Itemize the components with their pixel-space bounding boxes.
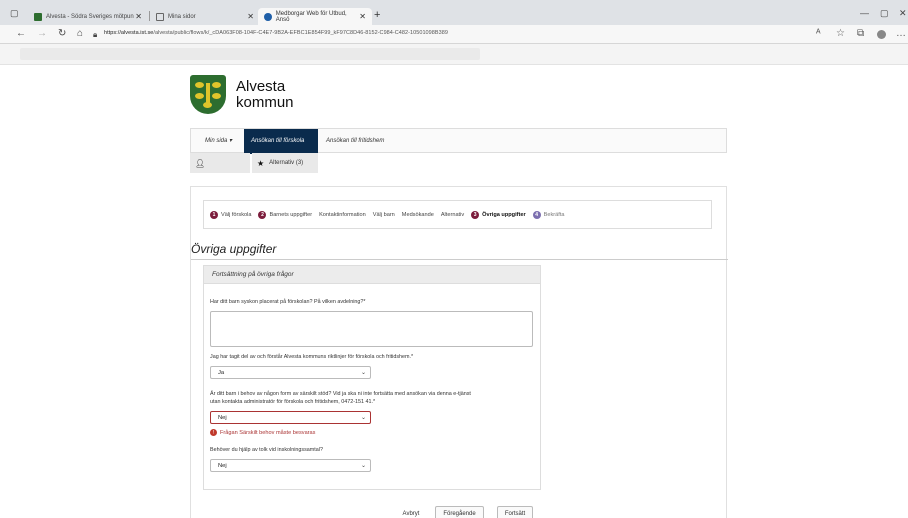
browser-tab-2[interactable]: Mina sidor ✕ (150, 8, 260, 25)
step-label: Barnets uppgifter (269, 211, 313, 218)
application-panel: 1 Välj förskola 2 Barnets uppgifter Kontak… (190, 186, 728, 518)
step-label: Bekräfta (543, 211, 565, 218)
restore-icon[interactable]: ▢ (880, 8, 889, 19)
chevron-down-icon: ⌄ (360, 415, 366, 421)
question-sarskilt-stod: Är ditt barn i behov av någon form av sä… (210, 391, 471, 406)
progress-steps: 1 Välj förskola 2 Barnets uppgifter Kontak… (203, 200, 712, 229)
window-close-icon[interactable]: ✕ (899, 8, 907, 19)
nav-ansokan-fritidshem[interactable]: Ansökan till fritidshem (319, 129, 391, 154)
alvesta-coat-of-arms-logo[interactable] (190, 75, 226, 114)
previous-button[interactable]: Föregående (435, 506, 484, 518)
tab-actions-icon[interactable]: ▢ (10, 8, 19, 19)
cancel-button[interactable]: Avbryt (396, 506, 426, 518)
step-label: Medsökande (401, 211, 434, 218)
favorites-bar (0, 44, 908, 65)
step-label: Välj barn (372, 211, 395, 218)
step-medsokande[interactable]: Medsökande (402, 212, 434, 218)
close-icon[interactable]: ✕ (359, 12, 366, 21)
forward-icon[interactable]: → (37, 28, 47, 39)
tab-title: Mina sidor (168, 13, 196, 20)
browser-tab-bar: ▢ Alvesta - Södra Sveriges mötpun ✕ Mina… (0, 0, 908, 25)
step-barnets-uppgifter[interactable]: 2 Barnets uppgifter (258, 210, 313, 219)
question-riktlinjer: Jag har tagit del av och förstår Alvesta… (210, 354, 414, 360)
page-favicon-icon (156, 12, 164, 21)
favorite-star-icon[interactable]: ☆ (836, 28, 845, 39)
riktlinjer-select[interactable]: Ja ⌄ (210, 366, 371, 379)
syskon-textarea[interactable] (210, 311, 533, 347)
org-name-line2: kommun (236, 94, 294, 111)
error-icon: ! (210, 429, 217, 436)
url-path: /alvesta/public/flows/k/_cDA063F08-104F-… (153, 30, 448, 36)
alternatives-link[interactable]: ★ Alternativ (3) (252, 153, 318, 173)
refresh-icon[interactable]: ↻ (58, 28, 66, 39)
step-valj-forskola[interactable]: 1 Välj förskola (210, 210, 252, 219)
step-alternativ[interactable]: Alternativ (441, 212, 464, 218)
org-name[interactable]: Alvesta kommun (236, 79, 294, 111)
new-tab-icon[interactable]: + (374, 9, 380, 21)
nav-ansokan-forskola[interactable]: Ansökan till förskola (244, 129, 318, 154)
question-tolk: Behöver du hjälp av tolk vid inskolnings… (210, 447, 323, 453)
collections-icon[interactable]: ⧉ (857, 28, 864, 39)
step-label: Övriga uppgifter (482, 211, 526, 218)
step-valj-barn[interactable]: Välj barn (373, 212, 395, 218)
user-menu[interactable]: 👤︎ (190, 153, 250, 173)
select-value: Ja (218, 370, 225, 376)
question-line: Är ditt barn i behov av någon form av sä… (210, 391, 471, 397)
favorites-placeholder (20, 48, 480, 60)
address-bar: ← → ↻ ⌂ 🔒︎ https://alvesta.ist.se/alvest… (0, 25, 908, 44)
profile-avatar[interactable] (877, 30, 886, 39)
step-kontaktinformation[interactable]: Kontaktinformation (319, 212, 366, 218)
select-value: Nej (218, 415, 227, 421)
sarskilt-stod-select[interactable]: Nej ⌄ (210, 411, 371, 424)
read-aloud-icon[interactable]: ᴬ (816, 28, 821, 39)
main-nav: Min sida ▾ Ansökan till förskola Ansökan… (190, 128, 727, 154)
question-line: utan kontakta administratör för förskola… (210, 398, 376, 405)
tab-title: Alvesta - Södra Sveriges mötpun (46, 13, 134, 20)
tab-title: Medborgar Web för Utbud, Ansö (275, 10, 347, 23)
close-icon[interactable]: ✕ (135, 12, 142, 21)
step-number: 4 (532, 210, 541, 219)
question-syskon: Har ditt barn syskon placerat på förskol… (210, 299, 366, 305)
step-label: Kontaktinformation (319, 211, 366, 218)
home-icon[interactable]: ⌂ (77, 28, 83, 39)
step-number: 2 (258, 210, 267, 219)
fieldset-title: Fortsättning på övriga frågor (204, 266, 540, 284)
step-ovriga-uppgifter[interactable]: 3 Övriga uppgifter (471, 210, 526, 219)
step-label: Alternativ (440, 211, 465, 218)
star-icon: ★ (257, 158, 265, 168)
org-name-line1: Alvesta (236, 78, 286, 95)
nav-min-sida[interactable]: Min sida ▾ (198, 129, 239, 154)
info-favicon-icon (264, 12, 272, 21)
chevron-down-icon: ⌄ (360, 370, 366, 376)
more-menu-icon[interactable]: … (896, 28, 906, 39)
chevron-down-icon: ⌄ (360, 463, 366, 469)
alternatives-label: Alternativ (3) (269, 160, 304, 166)
tolk-select[interactable]: Nej ⌄ (210, 459, 371, 472)
step-number: 3 (471, 210, 480, 219)
browser-tab-1[interactable]: Alvesta - Södra Sveriges mötpun ✕ (28, 8, 148, 25)
close-icon[interactable]: ✕ (247, 12, 254, 21)
user-icon: 👤︎ (195, 158, 206, 168)
alvesta-favicon-icon (34, 12, 42, 21)
step-label: Välj förskola (221, 211, 252, 218)
page-content: Alvesta kommun Min sida ▾ Ansökan till f… (0, 66, 908, 518)
step-number: 1 (210, 210, 218, 219)
error-text: Frågan Särskilt behov måste besvaras (220, 429, 316, 436)
title-divider (191, 259, 728, 260)
browser-tab-3[interactable]: Medborgar Web för Utbud, Ansö ✕ (258, 8, 372, 25)
url-field[interactable]: https://alvesta.ist.se/alvesta/public/fl… (104, 30, 448, 36)
step-bekrafta: 4 Bekräfta (532, 210, 565, 219)
validation-error: ! Frågan Särskilt behov måste besvaras (210, 429, 315, 436)
form-fieldset: Fortsättning på övriga frågor Har ditt b… (203, 265, 541, 490)
page-title: Övriga uppgifter (191, 242, 277, 256)
back-icon[interactable]: ← (16, 28, 26, 39)
select-value: Nej (218, 463, 227, 469)
lock-icon: 🔒︎ (93, 30, 98, 39)
next-button[interactable]: Fortsätt (497, 506, 533, 518)
url-host: https://alvesta.ist.se (104, 30, 154, 36)
minimize-icon[interactable]: — (860, 8, 869, 18)
